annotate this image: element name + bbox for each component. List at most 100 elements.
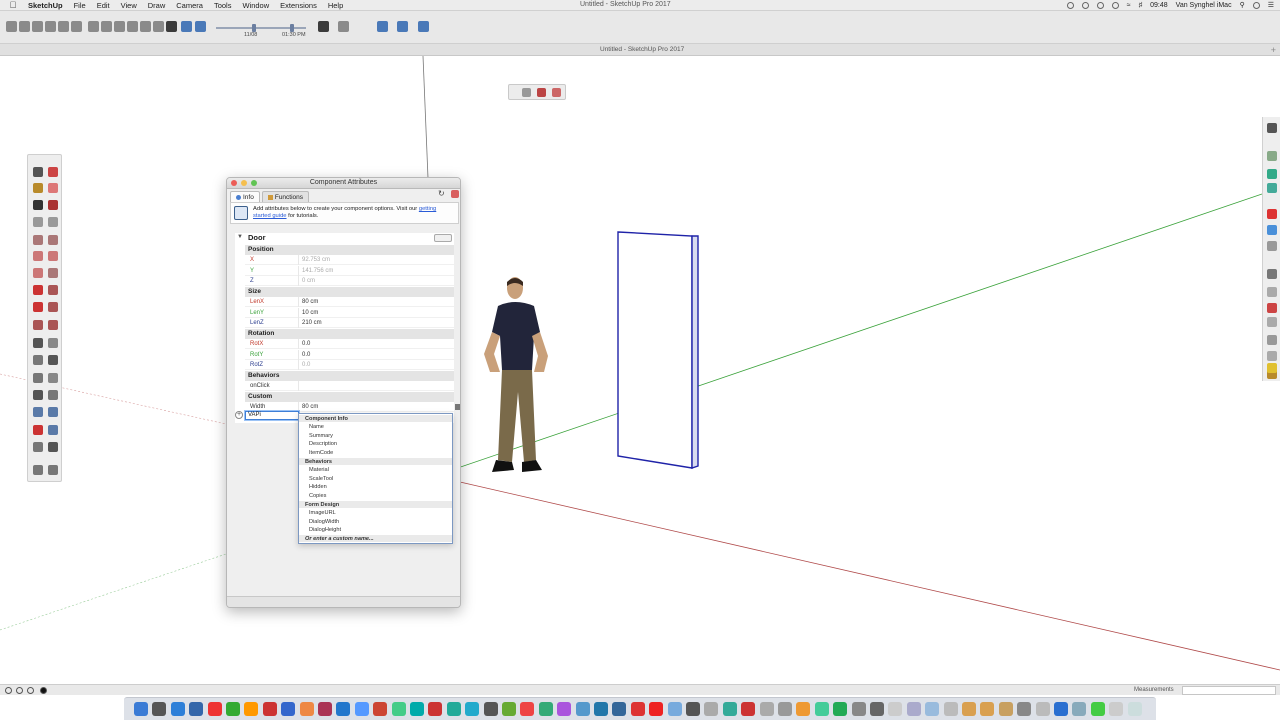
- xray-style-icon[interactable]: [88, 21, 99, 32]
- dropdown-item-hidden[interactable]: Hidden: [309, 484, 327, 490]
- notification-center-icon[interactable]: ☰: [1268, 1, 1274, 9]
- dock-app-icon[interactable]: [1035, 702, 1050, 716]
- menu-tools[interactable]: Tools: [214, 1, 232, 10]
- components-icon[interactable]: [1267, 241, 1277, 251]
- materials-icon[interactable]: [1267, 351, 1277, 361]
- dock-app-icon[interactable]: [134, 702, 148, 716]
- dock-app-icon[interactable]: [1072, 702, 1087, 716]
- front-view-icon[interactable]: [58, 21, 69, 32]
- home-view-icon[interactable]: [32, 21, 43, 32]
- orbit-tool-icon[interactable]: [33, 390, 43, 400]
- protractor-tool-icon[interactable]: [33, 355, 43, 365]
- line-tool-icon[interactable]: [33, 200, 43, 210]
- menu-help[interactable]: Help: [328, 1, 343, 10]
- freehand-tool-icon[interactable]: [48, 200, 58, 210]
- attr-row-z[interactable]: Z 0 cm: [245, 276, 454, 286]
- textured-style-icon[interactable]: [140, 21, 151, 32]
- attr-value-x[interactable]: 92.753 cm: [302, 255, 330, 265]
- dock-app-icon[interactable]: [373, 702, 388, 716]
- attr-value-y[interactable]: 141.756 cm: [302, 266, 333, 276]
- undo-icon[interactable]: [181, 21, 192, 32]
- dropdown-item-copies[interactable]: Copies: [309, 493, 326, 499]
- shadow-time-knob[interactable]: [290, 24, 294, 32]
- position-camera-tool-icon[interactable]: [33, 442, 43, 452]
- dock-app-icon[interactable]: [538, 702, 553, 716]
- dock-app-icon[interactable]: [575, 702, 590, 716]
- dock-app-icon[interactable]: [483, 702, 498, 716]
- dock-app-icon[interactable]: [226, 702, 240, 716]
- menu-sketchup[interactable]: SketchUp: [28, 1, 63, 10]
- dock-app-icon[interactable]: [1127, 702, 1142, 716]
- attr-value-lenx[interactable]: 80 cm: [302, 297, 318, 307]
- select-tool-icon[interactable]: [33, 167, 43, 177]
- attr-value-leny[interactable]: 10 cm: [302, 308, 318, 318]
- dock-app-icon[interactable]: [502, 702, 516, 716]
- dock-app-icon[interactable]: [851, 702, 866, 716]
- user-icon[interactable]: [27, 687, 34, 694]
- attr-row-rotx[interactable]: RotX 0.0: [245, 339, 454, 349]
- dropdown-item-dialogheight[interactable]: DialogHeight: [309, 527, 341, 533]
- house-view-icon[interactable]: [71, 21, 82, 32]
- dock-app-icon[interactable]: [1090, 702, 1105, 716]
- make-component-tool-icon[interactable]: [48, 167, 58, 177]
- dock-app-icon[interactable]: [1017, 702, 1032, 716]
- attr-value-rotx[interactable]: 0.0: [302, 339, 310, 349]
- paint-bucket-tool-icon[interactable]: [33, 183, 43, 193]
- dock-app-icon[interactable]: [870, 702, 884, 716]
- dock-app-icon[interactable]: [594, 702, 608, 716]
- menu-view[interactable]: View: [121, 1, 137, 10]
- dock-app-icon[interactable]: [244, 702, 259, 716]
- dropdown-custom-name-option[interactable]: Or enter a custom name...: [305, 536, 374, 542]
- dock-app-icon[interactable]: [281, 702, 296, 716]
- volume-icon[interactable]: ♯: [1139, 2, 1143, 9]
- dock-app-icon[interactable]: [667, 702, 682, 716]
- zoom-window-tool-icon[interactable]: [48, 407, 58, 417]
- dropdown-item-material[interactable]: Material: [309, 467, 329, 473]
- dropdown-item-scaletool[interactable]: ScaleTool: [309, 476, 333, 482]
- dock-app-icon[interactable]: [888, 702, 903, 716]
- menu-edit[interactable]: Edit: [97, 1, 110, 10]
- dock-app-icon[interactable]: [943, 702, 958, 716]
- dock-app-icon[interactable]: [299, 702, 314, 716]
- circle-tool-icon[interactable]: [33, 235, 43, 245]
- extension-manager-icon[interactable]: [397, 21, 408, 32]
- dock-app-icon[interactable]: [649, 702, 664, 716]
- zoom-tool-icon[interactable]: [33, 407, 43, 417]
- scenes-icon[interactable]: [1267, 183, 1277, 193]
- monochrome-style-icon[interactable]: [153, 21, 164, 32]
- sync-icon[interactable]: [1081, 1, 1089, 9]
- layout-icon[interactable]: [418, 21, 429, 32]
- attr-row-x[interactable]: X 92.753 cm: [245, 255, 454, 265]
- details-calculator-icon[interactable]: [455, 404, 460, 410]
- 3d-warehouse-icon[interactable]: [318, 21, 329, 32]
- dropdown-item-itemcode[interactable]: ItemCode: [309, 450, 333, 456]
- three-point-arc-tool-icon[interactable]: [33, 268, 43, 278]
- offset-tool-icon[interactable]: [48, 320, 58, 330]
- eraser-tool-icon[interactable]: [48, 183, 58, 193]
- attr-value-lenz[interactable]: 210 cm: [302, 318, 322, 328]
- dock-app-icon[interactable]: [410, 702, 424, 716]
- dock-app-icon[interactable]: [189, 702, 204, 716]
- menu-extensions[interactable]: Extensions: [280, 1, 317, 10]
- menu-window[interactable]: Window: [242, 1, 269, 10]
- ruby-icon[interactable]: [1267, 209, 1277, 219]
- redo-icon[interactable]: [195, 21, 206, 32]
- dock-app-icon[interactable]: [906, 702, 921, 716]
- move-tool-icon[interactable]: [33, 285, 43, 295]
- tab-info[interactable]: Info: [230, 191, 260, 202]
- dock-app-icon[interactable]: [962, 702, 976, 716]
- soften-icon[interactable]: [1267, 363, 1277, 373]
- credits-icon[interactable]: [16, 687, 23, 694]
- dock-app-icon[interactable]: [170, 702, 185, 716]
- collapse-triangle-icon[interactable]: ▼: [237, 234, 243, 240]
- entity-info-icon[interactable]: [1267, 287, 1277, 297]
- outliner-icon[interactable]: [1267, 335, 1277, 345]
- attr-row-y[interactable]: Y 141.756 cm: [245, 266, 454, 276]
- attr-row-roty[interactable]: RotY 0.0: [245, 350, 454, 360]
- scale-figure[interactable]: [478, 274, 554, 478]
- dock-app-icon[interactable]: [207, 702, 222, 716]
- attr-value-z[interactable]: 0 cm: [302, 276, 315, 286]
- section-plane-tool-icon[interactable]: [48, 465, 58, 475]
- bluetooth-icon[interactable]: [1111, 1, 1119, 9]
- share-model-icon[interactable]: [338, 21, 349, 32]
